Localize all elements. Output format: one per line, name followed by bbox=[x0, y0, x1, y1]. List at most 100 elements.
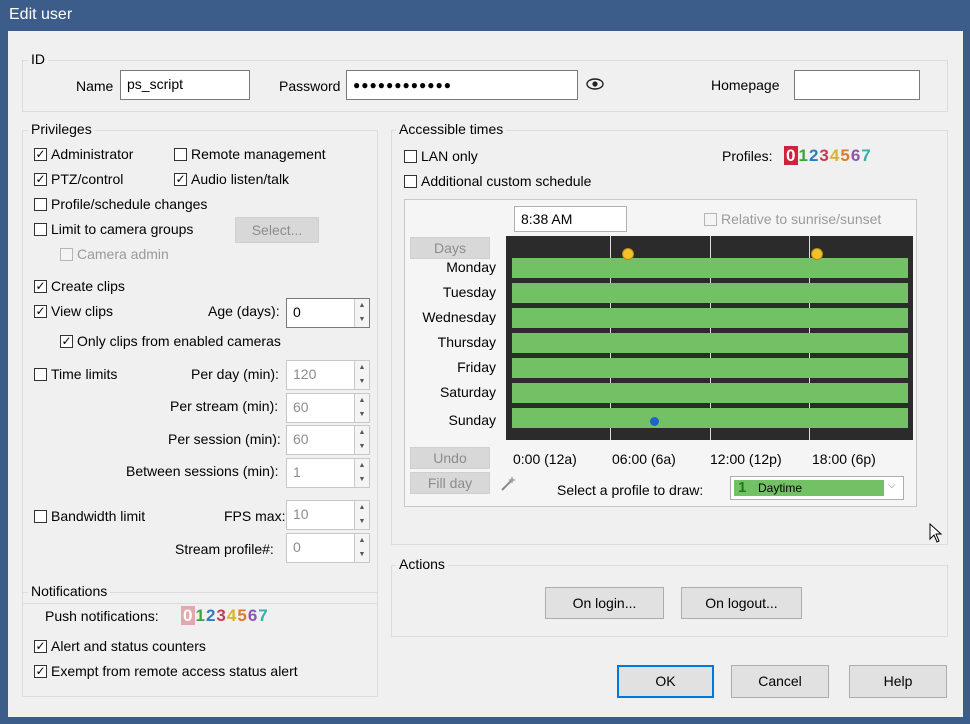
schedule-row-saturday[interactable] bbox=[512, 383, 908, 403]
exempt-alert-label: Exempt from remote access status alert bbox=[51, 663, 298, 679]
accessible-times-title: Accessible times bbox=[396, 121, 507, 137]
mouse-cursor-icon bbox=[929, 522, 943, 543]
schedule-row-monday[interactable] bbox=[512, 258, 908, 278]
per-day-spinner[interactable]: ▲ ▼ bbox=[354, 361, 369, 389]
push-profile-2[interactable]: 2 bbox=[206, 606, 216, 625]
privileges-title: Privileges bbox=[28, 121, 95, 137]
per-stream-spinner[interactable]: ▲ ▼ bbox=[354, 394, 369, 422]
between-sessions-spinner[interactable]: ▲ ▼ bbox=[354, 459, 369, 487]
homepage-field[interactable] bbox=[794, 70, 920, 100]
relative-checkbox[interactable] bbox=[704, 213, 717, 226]
day-label-tuesday: Tuesday bbox=[442, 284, 496, 300]
actions-group bbox=[391, 565, 948, 637]
axis-label-18: 18:00 (6p) bbox=[812, 451, 876, 467]
schedule-row-sunday[interactable] bbox=[512, 408, 908, 428]
magic-wand-icon[interactable] bbox=[499, 475, 517, 493]
profile-changes-label: Profile/schedule changes bbox=[51, 196, 208, 212]
profile-4[interactable]: 4 bbox=[830, 146, 840, 165]
profile-digits[interactable]: 0 1234567 bbox=[784, 146, 872, 166]
cancel-button[interactable]: Cancel bbox=[731, 665, 829, 698]
bandwidth-limit-label: Bandwidth limit bbox=[51, 508, 146, 524]
homepage-label: Homepage bbox=[711, 77, 780, 93]
push-profile-4[interactable]: 4 bbox=[227, 606, 237, 625]
push-profile-6[interactable]: 6 bbox=[248, 606, 258, 625]
profile-0[interactable]: 0 bbox=[784, 146, 799, 165]
current-time-marker-icon bbox=[650, 417, 659, 426]
password-field[interactable]: ●●●●●●●●●●●● bbox=[346, 70, 578, 100]
profile-6[interactable]: 6 bbox=[851, 146, 861, 165]
name-field[interactable]: ps_script bbox=[120, 70, 250, 100]
push-profile-7[interactable]: 7 bbox=[258, 606, 268, 625]
profile-2[interactable]: 2 bbox=[809, 146, 819, 165]
on-login-button[interactable]: On login... bbox=[545, 587, 664, 619]
help-button[interactable]: Help bbox=[849, 665, 947, 698]
draw-profile-label: Select a profile to draw: bbox=[557, 482, 704, 498]
administrator-checkbox[interactable]: ✓ bbox=[34, 148, 47, 161]
undo-button[interactable]: Undo bbox=[410, 447, 490, 469]
push-profile-0[interactable]: 0 bbox=[181, 606, 196, 625]
view-clips-checkbox[interactable]: ✓ bbox=[34, 305, 47, 318]
draw-profile-value: Daytime bbox=[758, 481, 803, 495]
fill-day-button[interactable]: Fill day bbox=[410, 472, 490, 494]
window-title: Edit user bbox=[0, 0, 970, 31]
profile-changes-checkbox[interactable] bbox=[34, 198, 47, 211]
password-label: Password bbox=[279, 78, 341, 94]
stream-profile-spinner[interactable]: ▲ ▼ bbox=[354, 534, 369, 562]
exempt-alert-checkbox[interactable]: ✓ bbox=[34, 665, 47, 678]
profile-1[interactable]: 1 bbox=[798, 146, 808, 165]
lan-only-checkbox[interactable] bbox=[404, 150, 417, 163]
per-session-spinner[interactable]: ▲ ▼ bbox=[354, 426, 369, 454]
on-logout-button[interactable]: On logout... bbox=[681, 587, 802, 619]
relative-label: Relative to sunrise/sunset bbox=[721, 211, 882, 227]
schedule-row-thursday[interactable] bbox=[512, 333, 908, 353]
profile-3[interactable]: 3 bbox=[819, 146, 829, 165]
limit-groups-checkbox[interactable] bbox=[34, 223, 47, 236]
limit-groups-label: Limit to camera groups bbox=[51, 221, 194, 237]
ok-button[interactable]: OK bbox=[617, 665, 714, 698]
stream-profile-label: Stream profile#: bbox=[175, 541, 274, 557]
days-button[interactable]: Days bbox=[410, 237, 490, 259]
remote-management-label: Remote management bbox=[191, 146, 326, 162]
draw-profile-swatch bbox=[734, 480, 884, 496]
only-enabled-label: Only clips from enabled cameras bbox=[77, 333, 281, 349]
sunset-icon bbox=[811, 248, 823, 260]
bandwidth-limit-checkbox[interactable] bbox=[34, 510, 47, 523]
push-profile-5[interactable]: 5 bbox=[237, 606, 247, 625]
fps-max-spinner[interactable]: ▲ ▼ bbox=[354, 501, 369, 529]
push-profile-3[interactable]: 3 bbox=[216, 606, 226, 625]
notifications-title: Notifications bbox=[28, 583, 111, 599]
only-enabled-checkbox[interactable]: ✓ bbox=[60, 335, 73, 348]
sunrise-icon bbox=[622, 248, 634, 260]
ptz-control-checkbox[interactable]: ✓ bbox=[34, 173, 47, 186]
camera-admin-label: Camera admin bbox=[77, 246, 169, 262]
camera-admin-checkbox[interactable] bbox=[60, 248, 73, 261]
push-profile-1[interactable]: 1 bbox=[195, 606, 205, 625]
profile-5[interactable]: 5 bbox=[840, 146, 850, 165]
view-clips-label: View clips bbox=[51, 303, 113, 319]
push-profile-digits[interactable]: 0 1234567 bbox=[181, 606, 269, 626]
custom-schedule-checkbox[interactable] bbox=[404, 175, 417, 188]
draw-profile-select[interactable]: 1 Daytime ⌵ bbox=[730, 476, 904, 500]
schedule-row-tuesday[interactable] bbox=[512, 283, 908, 303]
time-limits-checkbox[interactable] bbox=[34, 368, 47, 381]
remote-management-checkbox[interactable] bbox=[174, 148, 187, 161]
profiles-label: Profiles: bbox=[722, 148, 773, 164]
lan-only-label: LAN only bbox=[421, 148, 478, 164]
push-notifications-label: Push notifications: bbox=[45, 608, 159, 624]
select-groups-button[interactable]: Select... bbox=[235, 217, 319, 243]
day-label-monday: Monday bbox=[446, 259, 496, 275]
show-password-eye-icon[interactable] bbox=[586, 77, 604, 91]
alert-counters-checkbox[interactable]: ✓ bbox=[34, 640, 47, 653]
custom-schedule-label: Additional custom schedule bbox=[421, 173, 592, 189]
audio-label: Audio listen/talk bbox=[191, 171, 290, 187]
age-spinner[interactable]: ▲ ▼ bbox=[354, 299, 369, 327]
day-label-wednesday: Wednesday bbox=[422, 309, 496, 325]
schedule-row-friday[interactable] bbox=[512, 358, 908, 378]
profile-7[interactable]: 7 bbox=[861, 146, 871, 165]
audio-checkbox[interactable]: ✓ bbox=[174, 173, 187, 186]
axis-label-6: 06:00 (6a) bbox=[612, 451, 676, 467]
create-clips-checkbox[interactable]: ✓ bbox=[34, 280, 47, 293]
time-limits-label: Time limits bbox=[51, 366, 118, 382]
draw-profile-digit: 1 bbox=[738, 479, 748, 496]
schedule-row-wednesday[interactable] bbox=[512, 308, 908, 328]
